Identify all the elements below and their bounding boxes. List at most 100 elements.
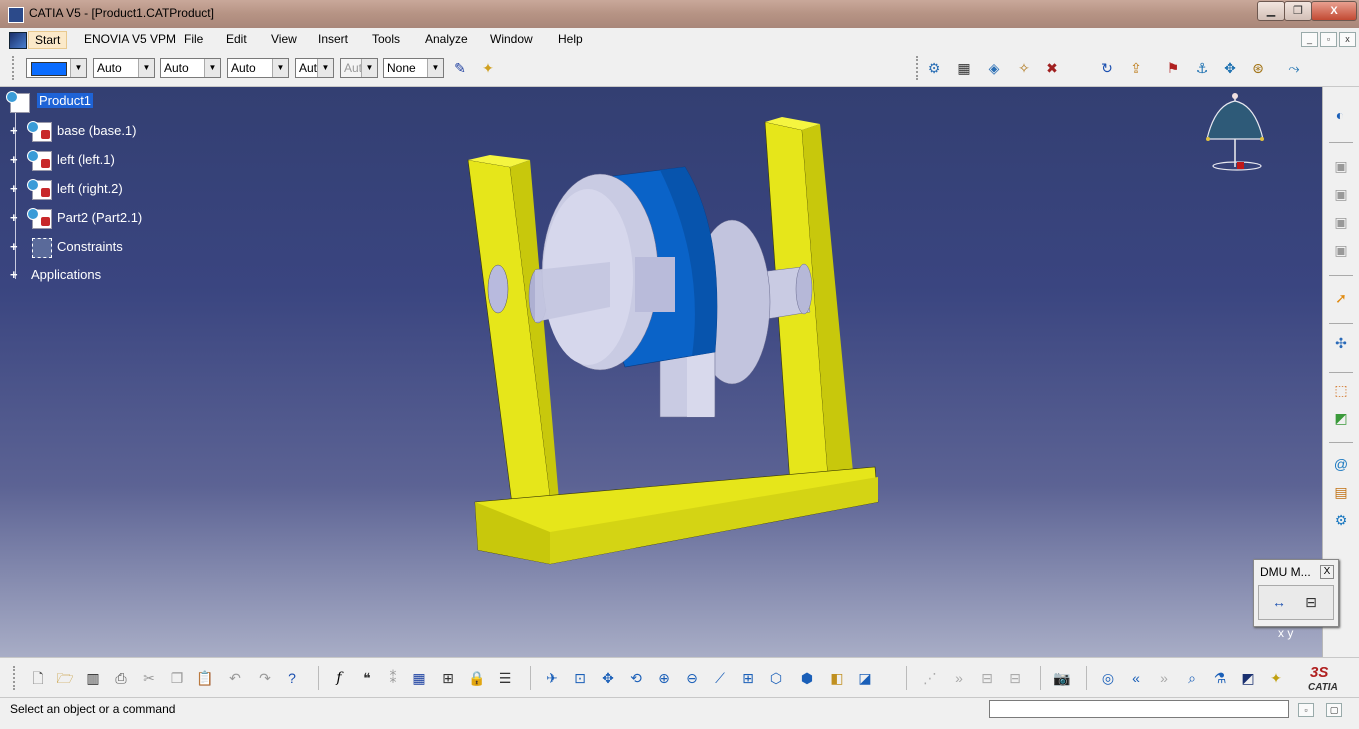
menu-insert[interactable]: Insert bbox=[318, 32, 348, 46]
expand-icon[interactable]: + bbox=[10, 182, 21, 195]
normal-view-icon[interactable]: ⟋ bbox=[709, 667, 731, 689]
scene-icon[interactable]: ✧ bbox=[1013, 57, 1035, 79]
explode-icon[interactable]: ⤳ bbox=[1283, 57, 1305, 79]
save-icon[interactable]: ▥ bbox=[82, 667, 104, 689]
tools-icon[interactable]: ✖ bbox=[1041, 57, 1063, 79]
catia-document-icon[interactable] bbox=[9, 32, 27, 49]
list-icon[interactable]: ☰ bbox=[494, 667, 516, 689]
update-icon[interactable]: ↻ bbox=[1096, 57, 1118, 79]
zoom-out-icon[interactable]: ⊖ bbox=[681, 667, 703, 689]
line-thickness-dropdown[interactable]: Auto ▼ bbox=[160, 58, 221, 78]
expand-icon[interactable]: + bbox=[10, 153, 21, 166]
compass-tool-icon[interactable]: ✣ bbox=[1330, 332, 1352, 354]
lock-icon[interactable]: 🔒 bbox=[466, 667, 488, 689]
toolbar-handle[interactable] bbox=[13, 666, 17, 690]
doc-close-button[interactable]: x bbox=[1339, 32, 1356, 47]
last-step-icon[interactable]: » bbox=[1153, 667, 1175, 689]
expand-icon[interactable]: + bbox=[10, 124, 21, 137]
exploded-view-icon[interactable]: ▤ bbox=[1330, 481, 1352, 503]
fix-together-icon[interactable]: ✥ bbox=[1219, 57, 1241, 79]
insert-part-icon[interactable]: ▣ bbox=[1330, 211, 1352, 233]
toolbar-handle[interactable] bbox=[916, 56, 920, 80]
hide-show-icon[interactable]: ◧ bbox=[826, 667, 848, 689]
painter-icon[interactable]: ✎ bbox=[449, 57, 471, 79]
status-restore-button[interactable]: ▫ bbox=[1298, 703, 1314, 717]
insert-component-icon[interactable]: ▣ bbox=[1330, 155, 1352, 177]
depth-effect-icon[interactable]: ✦ bbox=[1265, 667, 1287, 689]
catalog-icon[interactable]: ◐ bbox=[1329, 104, 1351, 126]
cut-icon[interactable]: ✂ bbox=[138, 667, 160, 689]
component-icon[interactable]: ◈ bbox=[983, 57, 1005, 79]
open-icon[interactable]: 🗁 bbox=[54, 667, 76, 689]
redo-icon[interactable]: ↷ bbox=[254, 667, 276, 689]
formula-icon[interactable]: f bbox=[328, 667, 350, 689]
expand-icon[interactable]: + bbox=[10, 240, 21, 253]
manipulation-icon[interactable]: ⇪ bbox=[1125, 57, 1147, 79]
fly-mode-icon[interactable]: ✈ bbox=[541, 667, 563, 689]
update-tool-icon[interactable]: ⚙ bbox=[1330, 509, 1352, 531]
menu-analyze[interactable]: Analyze bbox=[425, 32, 468, 46]
multi-view-icon[interactable]: ⊞ bbox=[737, 667, 759, 689]
insert-product-icon[interactable]: ▣ bbox=[1330, 183, 1352, 205]
doc-minimize-button[interactable]: _ bbox=[1301, 32, 1318, 47]
menu-tools[interactable]: Tools bbox=[372, 32, 400, 46]
toolbar-handle[interactable] bbox=[12, 56, 18, 80]
zoom-in-icon[interactable]: ⊕ bbox=[653, 667, 675, 689]
new-icon[interactable]: 🗋 bbox=[27, 667, 49, 689]
product-structure-icon[interactable]: ⚙ bbox=[923, 57, 945, 79]
menu-enovia[interactable]: ENOVIA V5 VPM bbox=[84, 32, 176, 46]
layer-dropdown[interactable]: Aut ▼ bbox=[295, 58, 334, 78]
3d-viewport[interactable]: Product1 + base (base.1) + left (left.1)… bbox=[0, 87, 1322, 657]
menu-window[interactable]: Window bbox=[490, 32, 533, 46]
shading-icon[interactable]: ⬢ bbox=[796, 667, 818, 689]
snap-tool-icon[interactable]: ◩ bbox=[1330, 407, 1352, 429]
menu-view[interactable]: View bbox=[271, 32, 297, 46]
pan-icon[interactable]: ✥ bbox=[597, 667, 619, 689]
pattern-icon[interactable]: ▦ bbox=[953, 57, 975, 79]
camera-icon[interactable]: 📷 bbox=[1051, 667, 1073, 689]
command-input[interactable] bbox=[989, 700, 1289, 718]
expand-icon[interactable]: + bbox=[10, 211, 21, 224]
expand-icon[interactable]: + bbox=[10, 268, 21, 281]
select-arrow-icon[interactable]: ➚ bbox=[1330, 287, 1352, 309]
menu-start[interactable]: Start bbox=[28, 31, 68, 49]
hint-icon[interactable]: ⁑ bbox=[382, 667, 404, 689]
minimize-button[interactable]: ▁ bbox=[1257, 1, 1285, 21]
maximize-button[interactable]: ❐ bbox=[1284, 1, 1312, 21]
status-maximize-button[interactable]: ▢ bbox=[1326, 703, 1342, 717]
graph-tree-icon[interactable]: ⊞ bbox=[437, 667, 459, 689]
menu-help[interactable]: Help bbox=[558, 32, 583, 46]
ground-icon[interactable]: ⚗ bbox=[1209, 667, 1231, 689]
dmu-measure-panel[interactable]: DMU M... X ↔ ⊟ bbox=[1253, 559, 1339, 627]
color-dropdown[interactable]: ▼ bbox=[26, 58, 87, 78]
constraint-icon[interactable]: ⊛ bbox=[1247, 57, 1269, 79]
line-type-dropdown[interactable]: Auto ▼ bbox=[93, 58, 155, 78]
point-symbol-dropdown[interactable]: Auto ▼ bbox=[227, 58, 289, 78]
target-icon[interactable]: ◎ bbox=[1097, 667, 1119, 689]
doc-restore-button[interactable]: ▫ bbox=[1320, 32, 1337, 47]
spiral-icon[interactable]: @ bbox=[1330, 453, 1352, 475]
paste-icon[interactable]: 📋 bbox=[194, 667, 216, 689]
undo-icon[interactable]: ↶ bbox=[224, 667, 246, 689]
menu-edit[interactable]: Edit bbox=[226, 32, 247, 46]
table-icon[interactable]: ▦ bbox=[408, 667, 430, 689]
print-icon[interactable]: ⎙ bbox=[110, 667, 132, 689]
iso-view-icon[interactable]: ⬡ bbox=[765, 667, 787, 689]
compass[interactable] bbox=[1195, 87, 1275, 177]
menu-file[interactable]: File bbox=[184, 32, 203, 46]
snap-icon[interactable]: ⚑ bbox=[1162, 57, 1184, 79]
swap-space-icon[interactable]: ◪ bbox=[854, 667, 876, 689]
lighting-icon[interactable]: ◩ bbox=[1237, 667, 1259, 689]
fit-all-icon[interactable]: ⊡ bbox=[569, 667, 591, 689]
anchor-icon[interactable]: ⚓ bbox=[1191, 57, 1213, 79]
rotate-icon[interactable]: ⟲ bbox=[625, 667, 647, 689]
whats-this-icon[interactable]: ? bbox=[281, 667, 303, 689]
wand-icon[interactable]: ✦ bbox=[477, 57, 499, 79]
existing-component-icon[interactable]: ▣ bbox=[1330, 239, 1352, 261]
knowledge-advisor-icon[interactable]: ❝ bbox=[356, 667, 378, 689]
dmu-close-button[interactable]: X bbox=[1320, 565, 1334, 579]
copy-icon[interactable]: ❐ bbox=[166, 667, 188, 689]
measure-between-icon[interactable]: ↔ bbox=[1268, 591, 1290, 613]
measure-item-icon[interactable]: ⊟ bbox=[1300, 591, 1322, 613]
first-step-icon[interactable]: « bbox=[1125, 667, 1147, 689]
